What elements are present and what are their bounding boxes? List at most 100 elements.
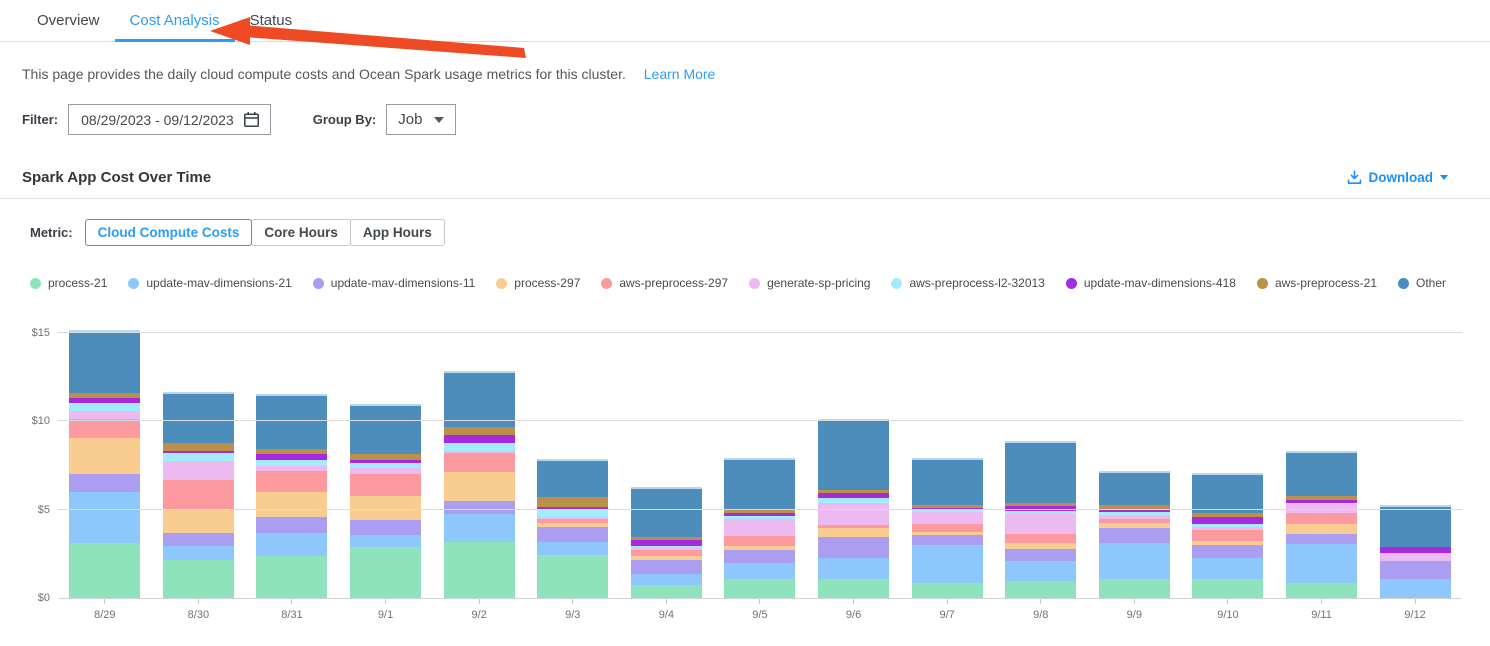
- bar-segment-aws-preprocess-297[interactable]: [444, 453, 515, 472]
- legend-item-Other[interactable]: Other: [1398, 276, 1446, 290]
- bar-segment-aws-preprocess-l2-32013[interactable]: [537, 510, 608, 517]
- stacked-bar-9/3[interactable]: [537, 459, 608, 598]
- bar-segment-aws-preprocess-297[interactable]: [912, 524, 983, 532]
- bar-segment-Other[interactable]: [818, 421, 889, 490]
- bar-segment-process-21[interactable]: [1192, 579, 1263, 598]
- stacked-bar-9/9[interactable]: [1099, 471, 1170, 598]
- download-button[interactable]: Download: [1347, 170, 1449, 185]
- stacked-bar-9/2[interactable]: [444, 371, 515, 598]
- bar-segment-aws-preprocess-297[interactable]: [69, 419, 140, 438]
- bar-segment-update-mav-dimensions-11[interactable]: [724, 550, 795, 562]
- bar-segment-generate-sp-pricing[interactable]: [818, 503, 889, 525]
- stacked-bar-8/31[interactable]: [256, 394, 327, 598]
- bar-segment-update-mav-dimensions-21[interactable]: [1380, 579, 1451, 598]
- bar-segment-process-21[interactable]: [163, 560, 234, 598]
- bar-segment-Other[interactable]: [1380, 507, 1451, 547]
- bar-segment-update-mav-dimensions-11[interactable]: [163, 533, 234, 546]
- tab-overview[interactable]: Overview: [22, 2, 115, 41]
- bar-segment-aws-preprocess-21[interactable]: [163, 443, 234, 451]
- legend-item-process-21[interactable]: process-21: [30, 276, 107, 290]
- stacked-bar-9/5[interactable]: [724, 458, 795, 598]
- bar-segment-process-21[interactable]: [1005, 581, 1076, 598]
- stacked-bar-8/29[interactable]: [69, 330, 140, 598]
- bar-segment-generate-sp-pricing[interactable]: [912, 512, 983, 523]
- legend-item-aws-preprocess-l2-32013[interactable]: aws-preprocess-l2-32013: [891, 276, 1044, 290]
- bar-segment-Other[interactable]: [631, 489, 702, 538]
- bar-segment-update-mav-dimensions-418[interactable]: [1192, 517, 1263, 524]
- stacked-bar-9/8[interactable]: [1005, 441, 1076, 598]
- bar-segment-process-21[interactable]: [818, 579, 889, 598]
- bar-segment-process-21[interactable]: [350, 547, 421, 598]
- bar-segment-update-mav-dimensions-11[interactable]: [256, 517, 327, 533]
- bar-segment-process-297[interactable]: [256, 492, 327, 517]
- bar-segment-update-mav-dimensions-11[interactable]: [818, 537, 889, 558]
- bar-segment-aws-preprocess-l2-32013[interactable]: [69, 403, 140, 411]
- bar-segment-update-mav-dimensions-11[interactable]: [1192, 545, 1263, 558]
- tab-status[interactable]: Status: [235, 2, 308, 41]
- legend-item-aws-preprocess-21[interactable]: aws-preprocess-21: [1257, 276, 1377, 290]
- bar-segment-aws-preprocess-l2-32013[interactable]: [444, 443, 515, 452]
- bar-segment-aws-preprocess-297[interactable]: [350, 474, 421, 496]
- bar-segment-Other[interactable]: [912, 460, 983, 505]
- bar-segment-process-21[interactable]: [724, 579, 795, 598]
- bar-segment-aws-preprocess-297[interactable]: [1005, 534, 1076, 543]
- bar-segment-Other[interactable]: [256, 396, 327, 449]
- bar-segment-update-mav-dimensions-21[interactable]: [163, 546, 234, 560]
- bar-segment-update-mav-dimensions-21[interactable]: [818, 558, 889, 578]
- legend-item-process-297[interactable]: process-297: [496, 276, 580, 290]
- bar-segment-Other[interactable]: [444, 373, 515, 427]
- bar-segment-Other[interactable]: [1192, 475, 1263, 513]
- bar-segment-update-mav-dimensions-11[interactable]: [444, 501, 515, 514]
- bar-segment-aws-preprocess-297[interactable]: [1192, 530, 1263, 541]
- bar-segment-Other[interactable]: [350, 406, 421, 454]
- stacked-bar-9/4[interactable]: [631, 487, 702, 598]
- legend-item-update-mav-dimensions-21[interactable]: update-mav-dimensions-21: [128, 276, 291, 290]
- bar-segment-update-mav-dimensions-11[interactable]: [1099, 528, 1170, 543]
- bar-segment-process-21[interactable]: [631, 585, 702, 598]
- bar-segment-process-21[interactable]: [256, 556, 327, 598]
- bar-segment-Other[interactable]: [1099, 473, 1170, 506]
- tab-cost-analysis[interactable]: Cost Analysis: [115, 2, 235, 41]
- bar-segment-update-mav-dimensions-11[interactable]: [1005, 549, 1076, 561]
- bar-segment-process-297[interactable]: [1286, 524, 1357, 534]
- bar-segment-update-mav-dimensions-21[interactable]: [912, 545, 983, 583]
- date-range-picker[interactable]: 08/29/2023 - 09/12/2023: [68, 104, 271, 135]
- bar-segment-update-mav-dimensions-11[interactable]: [537, 527, 608, 542]
- bar-segment-update-mav-dimensions-21[interactable]: [69, 492, 140, 543]
- bar-segment-update-mav-dimensions-11[interactable]: [1380, 561, 1451, 579]
- stacked-bar-9/7[interactable]: [912, 458, 983, 598]
- bar-segment-process-297[interactable]: [818, 528, 889, 537]
- bar-segment-generate-sp-pricing[interactable]: [724, 519, 795, 536]
- bar-segment-process-21[interactable]: [444, 542, 515, 598]
- legend-item-generate-sp-pricing[interactable]: generate-sp-pricing: [749, 276, 870, 290]
- bar-segment-process-297[interactable]: [163, 509, 234, 533]
- bar-segment-update-mav-dimensions-418[interactable]: [444, 435, 515, 443]
- bar-segment-generate-sp-pricing[interactable]: [163, 461, 234, 480]
- bar-segment-update-mav-dimensions-21[interactable]: [350, 535, 421, 546]
- bar-segment-update-mav-dimensions-21[interactable]: [444, 514, 515, 542]
- legend-item-update-mav-dimensions-11[interactable]: update-mav-dimensions-11: [313, 276, 476, 290]
- legend-item-update-mav-dimensions-418[interactable]: update-mav-dimensions-418: [1066, 276, 1236, 290]
- metric-option-app-hours[interactable]: App Hours: [350, 219, 445, 246]
- bar-segment-Other[interactable]: [163, 394, 234, 443]
- bar-segment-update-mav-dimensions-21[interactable]: [724, 563, 795, 579]
- metric-option-core-hours[interactable]: Core Hours: [251, 219, 351, 246]
- bar-segment-update-mav-dimensions-21[interactable]: [1286, 544, 1357, 583]
- bar-segment-update-mav-dimensions-21[interactable]: [256, 533, 327, 557]
- bar-segment-Other[interactable]: [724, 460, 795, 509]
- bar-segment-process-21[interactable]: [1099, 579, 1170, 598]
- bar-segment-update-mav-dimensions-11[interactable]: [69, 474, 140, 492]
- bar-segment-process-21[interactable]: [69, 543, 140, 598]
- bar-segment-aws-preprocess-21[interactable]: [537, 497, 608, 507]
- bar-segment-aws-preprocess-l2-32013[interactable]: [163, 453, 234, 461]
- bar-segment-aws-preprocess-297[interactable]: [1286, 513, 1357, 524]
- metric-option-cloud-compute-costs[interactable]: Cloud Compute Costs: [85, 219, 253, 246]
- bar-segment-process-21[interactable]: [1286, 583, 1357, 598]
- legend-item-aws-preprocess-297[interactable]: aws-preprocess-297: [601, 276, 728, 290]
- bar-segment-generate-sp-pricing[interactable]: [69, 411, 140, 419]
- bar-segment-aws-preprocess-297[interactable]: [163, 480, 234, 509]
- bar-segment-aws-preprocess-297[interactable]: [724, 536, 795, 546]
- bar-segment-aws-preprocess-21[interactable]: [444, 427, 515, 435]
- stacked-bar-8/30[interactable]: [163, 392, 234, 598]
- bar-segment-Other[interactable]: [1286, 453, 1357, 495]
